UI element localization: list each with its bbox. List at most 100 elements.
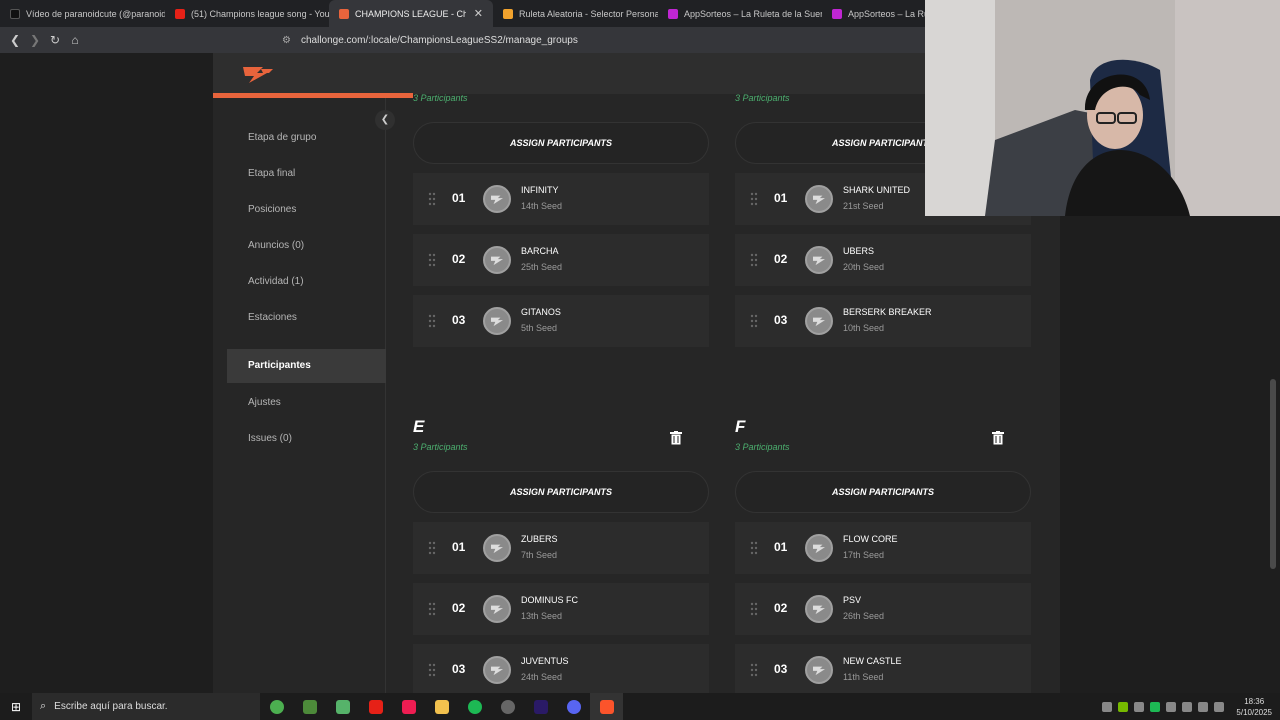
delete-group-trash-icon[interactable] (670, 431, 682, 445)
xbox-tray-icon[interactable] (1134, 701, 1145, 712)
drag-handle-icon[interactable] (750, 602, 758, 616)
page: Etapa de grupo Etapa final Posiciones An… (0, 0, 1280, 696)
participant-number: 01 (452, 540, 466, 554)
taskbar-app-youtube-icon[interactable] (359, 693, 392, 720)
taskbar-app-minecraft-icon[interactable] (293, 693, 326, 720)
tab-youtube[interactable]: (51) Champions league song - YouTube (165, 0, 329, 27)
participant-row[interactable]: 02 DOMINUS FC 13th Seed (413, 583, 709, 635)
tab-appsorteos-2[interactable]: AppSorteos – La Ruleta (822, 0, 932, 27)
collapse-sidebar-button[interactable]: ❮ (375, 110, 395, 130)
participant-seed: 24th Seed (521, 672, 563, 682)
nvidia-tray-icon[interactable] (1118, 701, 1129, 712)
participant-name: PSV (843, 595, 862, 605)
appsorteos-icon (832, 8, 842, 19)
forward-icon[interactable]: ❯ (25, 33, 45, 47)
participant-row[interactable]: 03 JUVENTUS 24th Seed (413, 644, 709, 696)
participant-row[interactable]: 01 FLOW CORE 17th Seed (735, 522, 1031, 574)
drag-handle-icon[interactable] (428, 602, 436, 616)
participant-number: 02 (452, 601, 466, 615)
participant-name: FLOW CORE (843, 534, 898, 544)
tab-tiktok[interactable]: Vídeo de paranoidcute (@paranoidcute) (0, 0, 165, 27)
assign-participants-button[interactable]: ASSIGN PARTICIPANTS (735, 471, 1031, 513)
participant-seed: 7th Seed (521, 550, 558, 560)
webcam-overlay (925, 0, 1280, 216)
scrollbar[interactable] (1270, 379, 1276, 569)
sidebar-item-issues[interactable]: Issues (0) (248, 433, 292, 444)
participant-name: ZUBERS (521, 534, 558, 544)
spotify-tray-icon[interactable] (1150, 701, 1161, 712)
participant-avatar-icon (805, 595, 833, 623)
participant-seed: 11th Seed (843, 672, 884, 682)
challonge-icon (339, 8, 349, 19)
participant-seed: 13th Seed (521, 611, 563, 621)
tab-challonge[interactable]: CHAMPIONS LEAGUE - Challonge✕ (329, 0, 493, 27)
display-tray-icon[interactable] (1166, 701, 1177, 712)
participant-seed: 17th Seed (843, 550, 885, 560)
taskbar-app-premiere-icon[interactable] (524, 693, 557, 720)
taskbar-app-spotify-icon[interactable] (458, 693, 491, 720)
tab-appsorteos-1[interactable]: AppSorteos – La Ruleta de la Suerte (658, 0, 822, 27)
participant-avatar-icon (483, 656, 511, 684)
sidebar: Etapa de grupo Etapa final Posiciones An… (227, 98, 386, 693)
group-letter: E (413, 417, 425, 436)
participant-avatar-icon (805, 656, 833, 684)
group-e: E 3 Participants ASSIGN PARTICIPANTS 01 ZU… (413, 53, 709, 696)
clock[interactable]: 18:36 5/10/2025 (1236, 696, 1272, 718)
windows-taskbar: ⊞ ⌕ Escribe aquí para buscar. 18:36 5/10… (0, 693, 1280, 720)
sidebar-item-announcements[interactable]: Anuncios (0) (248, 240, 304, 251)
participant-row[interactable]: 01 ZUBERS 7th Seed (413, 522, 709, 574)
participant-name: JUVENTUS (521, 656, 569, 666)
challonge-logo-icon[interactable] (241, 63, 275, 85)
drag-handle-icon[interactable] (428, 663, 436, 677)
participant-row[interactable]: 03 NEW CASTLE 11th Seed (735, 644, 1031, 696)
participant-seed: 26th Seed (843, 611, 885, 621)
participant-name: DOMINUS FC (521, 595, 578, 605)
windows-start-icon[interactable]: ⊞ (0, 700, 32, 714)
sidebar-item-stations[interactable]: Estaciones (248, 312, 297, 323)
taskbar-app-chrome-icon[interactable] (260, 693, 293, 720)
taskbar-app-store-icon[interactable] (326, 693, 359, 720)
tiktok-icon (10, 8, 20, 19)
discord-tray-icon[interactable] (1102, 701, 1113, 712)
ruleta-icon (503, 8, 513, 19)
home-icon[interactable]: ⌂ (65, 33, 85, 47)
system-tray: 18:36 5/10/2025 (1096, 693, 1280, 720)
assign-participants-button[interactable]: ASSIGN PARTICIPANTS (413, 471, 709, 513)
volume-tray-icon[interactable] (1214, 701, 1225, 712)
participant-number: 01 (774, 540, 788, 554)
taskbar-search-box[interactable]: ⌕ Escribe aquí para buscar. (32, 693, 260, 720)
delete-group-trash-icon[interactable] (992, 431, 1004, 445)
search-icon: ⌕ (40, 700, 47, 712)
network-tray-icon[interactable] (1198, 701, 1209, 712)
drag-handle-icon[interactable] (428, 541, 436, 555)
chevron-left-icon: ❮ (380, 114, 390, 125)
sidebar-item-group-stage[interactable]: Etapa de grupo (248, 132, 316, 143)
participant-number: 03 (452, 662, 466, 676)
drag-handle-icon[interactable] (750, 663, 758, 677)
sidebar-item-standings[interactable]: Posiciones (248, 204, 296, 215)
taskbar-app-steam-icon[interactable] (491, 693, 524, 720)
back-icon[interactable]: ❮ (5, 33, 25, 47)
participant-avatar-icon (805, 534, 833, 562)
taskbar-app-discord-icon[interactable] (557, 693, 590, 720)
tab-ruleta[interactable]: Ruleta Aleatoria - Selector Personalizad… (493, 0, 658, 27)
url-field[interactable]: ⚙ challonge.com/:locale/ChampionsLeagueS… (282, 30, 932, 50)
group-participant-count: 3 Participants (735, 442, 790, 452)
sidebar-item-participants[interactable]: Participantes (227, 349, 386, 383)
taskbar-app-brave-icon[interactable] (590, 693, 623, 720)
participant-avatar-icon (483, 534, 511, 562)
taskbar-app-tiktok-icon[interactable] (392, 693, 425, 720)
close-tab-icon[interactable]: ✕ (474, 7, 483, 20)
participant-number: 02 (774, 601, 788, 615)
site-info-icon[interactable]: ⚙ (282, 35, 291, 46)
participant-number: 03 (774, 662, 788, 676)
appsorteos-icon (668, 8, 678, 19)
sidebar-item-final-stage[interactable]: Etapa final (248, 168, 295, 179)
reload-icon[interactable]: ↻ (45, 33, 65, 47)
taskbar-app-explorer-icon[interactable] (425, 693, 458, 720)
sidebar-item-activity[interactable]: Actividad (1) (248, 276, 304, 287)
sidebar-item-settings[interactable]: Ajustes (248, 397, 281, 408)
participant-row[interactable]: 02 PSV 26th Seed (735, 583, 1031, 635)
drag-handle-icon[interactable] (750, 541, 758, 555)
mic-tray-icon[interactable] (1182, 701, 1193, 712)
